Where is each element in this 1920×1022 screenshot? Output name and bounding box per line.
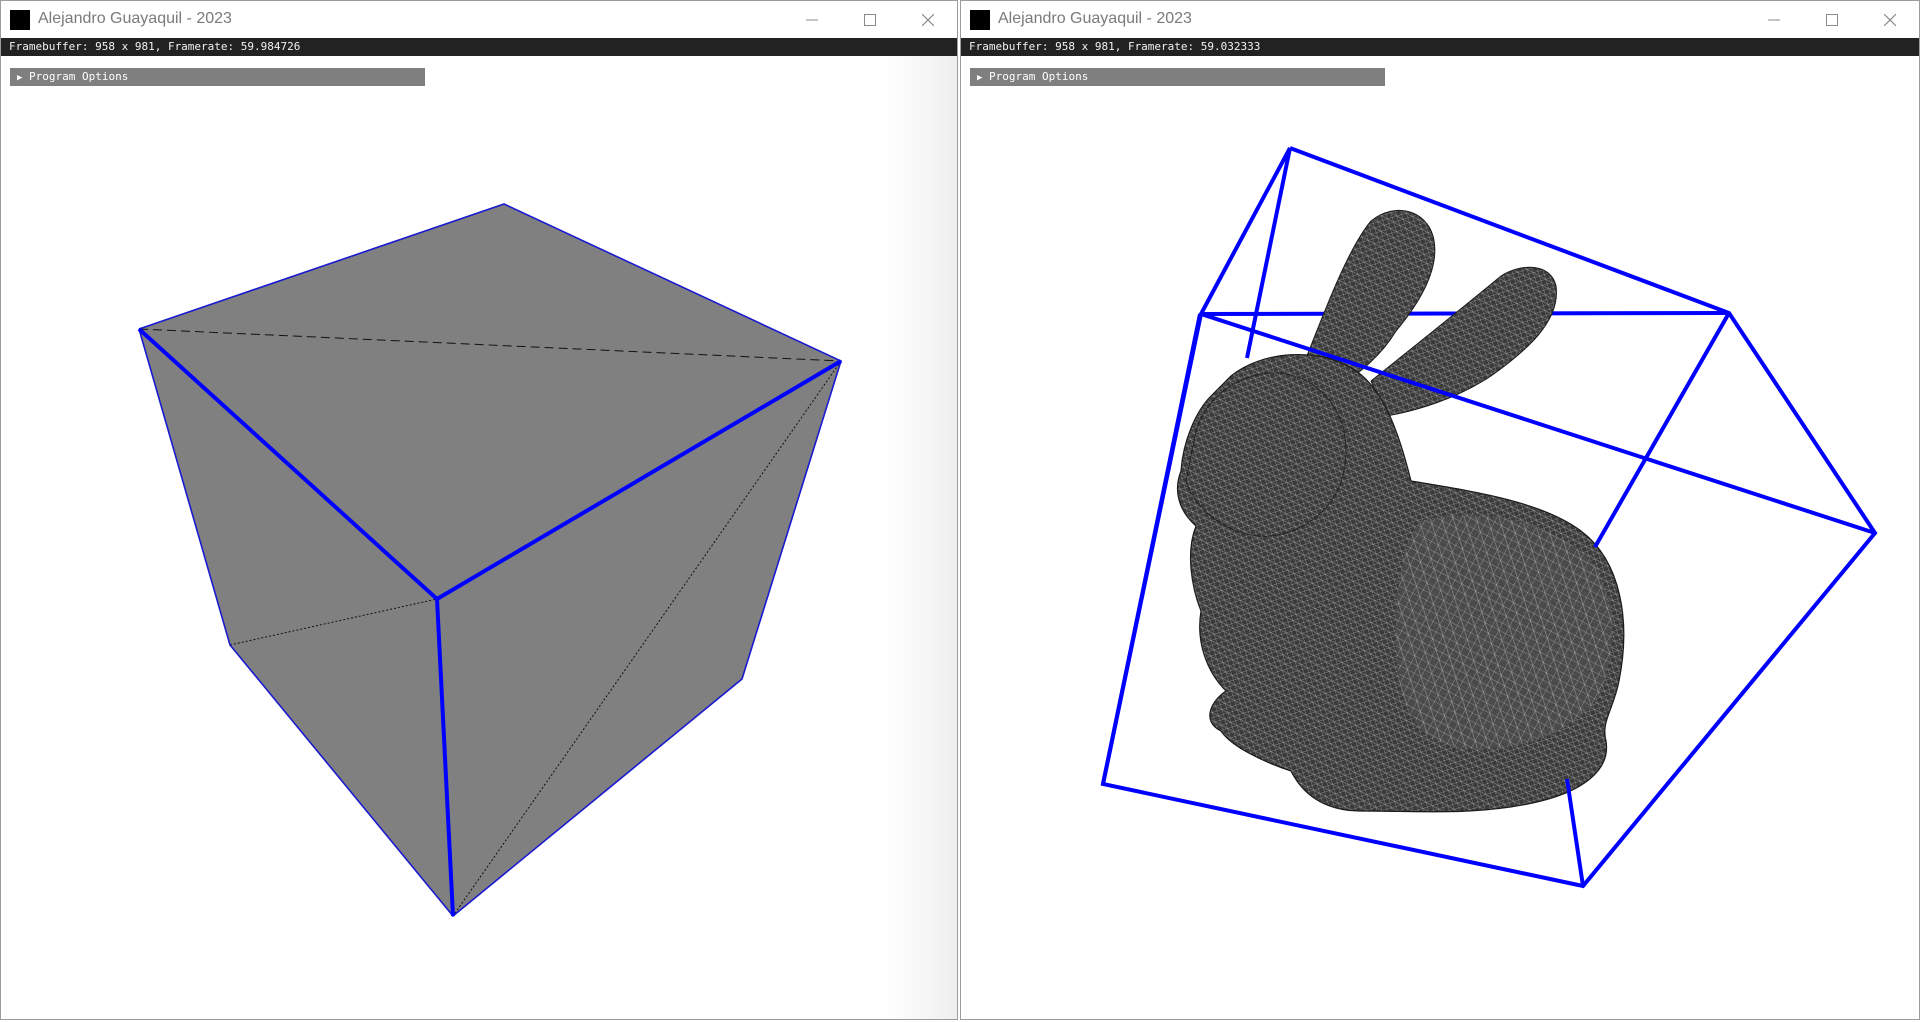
close-button[interactable]: [1861, 1, 1919, 38]
triangle-right-icon: ▶: [17, 73, 23, 83]
bbox-front-edge: [1565, 778, 1585, 887]
minimize-icon: [806, 19, 818, 20]
maximize-icon: [864, 13, 876, 26]
window-cube[interactable]: Alejandro Guayaquil - 2023 Framebuffer: …: [0, 0, 958, 1020]
window-title: Alejandro Guayaquil - 2023: [38, 10, 232, 27]
title-bar[interactable]: Alejandro Guayaquil - 2023: [1, 1, 957, 38]
maximize-icon: [1826, 13, 1838, 26]
program-options-header[interactable]: ▶ Program Options: [970, 68, 1385, 86]
app-icon: [10, 10, 30, 30]
window-bunny[interactable]: Alejandro Guayaquil - 2023 Framebuffer: …: [960, 0, 1920, 1020]
status-bar: Framebuffer: 958 x 981, Framerate: 59.98…: [1, 38, 957, 56]
close-button[interactable]: [899, 1, 957, 38]
close-icon: [922, 13, 934, 26]
app-icon: [970, 10, 990, 30]
maximize-button[interactable]: [841, 1, 899, 38]
minimize-button[interactable]: [1745, 1, 1803, 38]
triangle-right-icon: ▶: [977, 73, 983, 83]
maximize-button[interactable]: [1803, 1, 1861, 38]
window-title: Alejandro Guayaquil - 2023: [998, 10, 1192, 27]
status-bar: Framebuffer: 958 x 981, Framerate: 59.03…: [961, 38, 1919, 56]
program-options-header[interactable]: ▶ Program Options: [10, 68, 425, 86]
close-icon: [1884, 13, 1896, 26]
edge-shadow: [887, 56, 957, 1019]
render-viewport-bunny[interactable]: [961, 56, 1920, 1020]
minimize-icon: [1768, 19, 1780, 20]
program-options-label: Program Options: [29, 70, 129, 83]
render-viewport-cube[interactable]: [1, 56, 958, 1020]
bbox-front-edge: [1245, 147, 1292, 359]
title-bar[interactable]: Alejandro Guayaquil - 2023: [961, 1, 1919, 38]
bbox-front-edge: [1593, 312, 1731, 548]
minimize-button[interactable]: [783, 1, 841, 38]
program-options-label: Program Options: [989, 70, 1089, 83]
